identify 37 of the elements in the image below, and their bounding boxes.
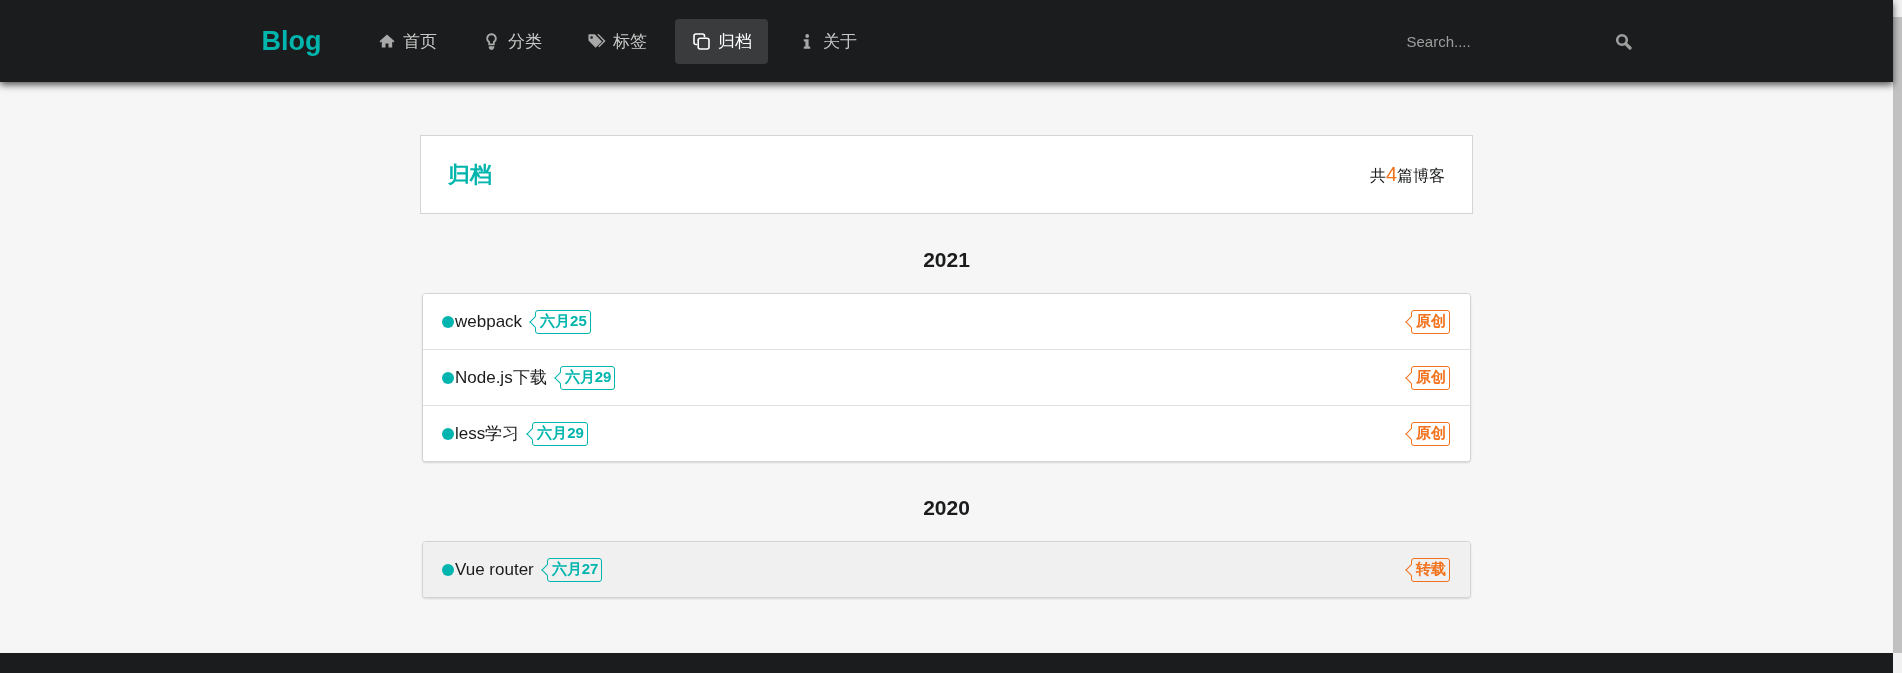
blog-logo[interactable]: Blog	[261, 25, 322, 57]
post-title[interactable]: Node.js下载	[455, 366, 547, 389]
post-row[interactable]: webpack 六月25 原创	[423, 294, 1470, 349]
post-type-tag: 原创	[1404, 365, 1450, 390]
archive-title: 归档	[448, 160, 492, 189]
lightbulb-icon	[486, 32, 497, 50]
date-tag: 六月25	[528, 309, 591, 334]
post-title[interactable]: less学习	[455, 422, 520, 445]
date-tag: 六月27	[539, 557, 603, 582]
post-row[interactable]: less学习 六月29 原创	[423, 405, 1470, 461]
search-icon[interactable]	[1614, 32, 1632, 50]
post-row[interactable]: Vue router 六月27 转载	[423, 542, 1470, 597]
year-heading: 2021	[923, 247, 970, 273]
copy-icon	[693, 32, 710, 50]
nav-menu-item[interactable]: 关于	[779, 18, 873, 64]
bullet-icon	[442, 427, 454, 440]
tags-icon	[587, 33, 606, 49]
post-title[interactable]: webpack	[455, 311, 523, 332]
nav-menu-item[interactable]: 首页	[359, 18, 453, 64]
home-icon	[378, 34, 395, 48]
search-field[interactable]: Search....	[1406, 29, 1597, 53]
post-count: 共4篇博客	[1369, 162, 1445, 187]
date-tag: 六月29	[525, 421, 588, 446]
nav-menu-item[interactable]: 归档	[674, 18, 768, 64]
year-heading: 2020	[923, 495, 970, 521]
info-icon	[802, 33, 811, 49]
date-tag: 六月29	[552, 365, 616, 390]
bullet-icon	[442, 371, 454, 384]
post-row[interactable]: Node.js下载 六月29 原创	[423, 349, 1470, 405]
bullet-icon	[442, 315, 454, 328]
nav-menu-item[interactable]: 分类	[464, 18, 558, 64]
post-title[interactable]: Vue router	[455, 559, 534, 580]
bullet-icon	[442, 563, 454, 576]
post-type-tag: 原创	[1404, 309, 1450, 334]
post-type-tag: 原创	[1404, 421, 1450, 446]
post-type-tag: 转载	[1404, 557, 1450, 582]
nav-menu-item[interactable]: 标签	[569, 18, 663, 64]
